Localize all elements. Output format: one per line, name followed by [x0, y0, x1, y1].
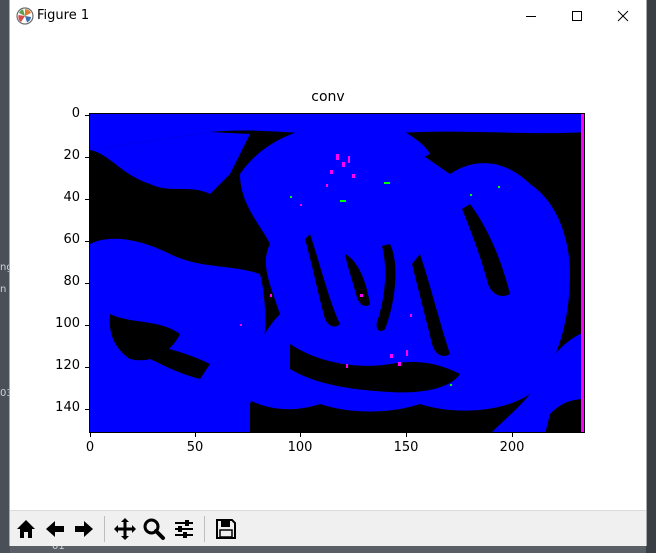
background-right [646, 0, 656, 553]
toolbar-separator-2 [204, 516, 205, 542]
back-button[interactable] [41, 515, 69, 543]
x-tick-label-200: 200 [499, 440, 525, 455]
pan-icon [114, 518, 136, 540]
y-tick-label-140: 140 [55, 400, 80, 415]
y-tick-mark-80 [85, 283, 89, 284]
y-tick-mark-120 [85, 367, 89, 368]
y-tick-label-80: 80 [63, 274, 80, 289]
y-tick-mark-100 [85, 325, 89, 326]
home-button[interactable] [12, 515, 40, 543]
x-tick-mark-50 [195, 433, 196, 437]
x-tick-mark-200 [512, 433, 513, 437]
y-tick-label-20: 20 [63, 148, 80, 163]
x-tick-mark-0 [90, 433, 91, 437]
configure-subplots-button[interactable] [170, 515, 198, 543]
x-tick-label-0: 0 [85, 440, 95, 455]
zoom-icon [143, 518, 165, 540]
matplotlib-icon [16, 7, 34, 25]
minimize-button[interactable] [508, 0, 554, 32]
y-tick-mark-20 [85, 157, 89, 158]
close-button[interactable] [600, 0, 646, 32]
minimize-icon [526, 16, 536, 17]
image-axes[interactable] [89, 113, 585, 433]
y-tick-label-100: 100 [55, 316, 80, 331]
y-tick-label-60: 60 [63, 232, 80, 247]
y-tick-label-40: 40 [63, 190, 80, 205]
x-tick-label-100: 100 [287, 440, 313, 455]
save-button[interactable] [212, 515, 240, 543]
x-tick-label-150: 150 [393, 440, 419, 455]
x-tick-mark-150 [406, 433, 407, 437]
forward-button[interactable] [70, 515, 98, 543]
title-bar[interactable]: Figure 1 [10, 0, 646, 32]
save-icon [216, 519, 236, 539]
plot-title: conv [311, 89, 345, 105]
navigation-toolbar [10, 510, 646, 546]
pan-button[interactable] [111, 515, 139, 543]
close-icon [617, 10, 629, 22]
conv-image [90, 114, 584, 432]
x-tick-label-50: 50 [186, 440, 204, 455]
toolbar-separator-1 [104, 516, 105, 542]
y-tick-mark-0 [85, 115, 89, 116]
window-title: Figure 1 [37, 8, 90, 23]
x-tick-mark-100 [300, 433, 301, 437]
back-icon [46, 521, 64, 537]
y-tick-label-0: 0 [71, 106, 80, 121]
y-tick-mark-140 [85, 409, 89, 410]
maximize-icon [572, 11, 582, 21]
maximize-button[interactable] [554, 0, 600, 32]
home-icon [17, 520, 35, 538]
y-tick-mark-60 [85, 241, 89, 242]
configure-icon [175, 520, 193, 538]
zoom-button[interactable] [140, 515, 168, 543]
forward-icon [75, 521, 93, 537]
y-tick-label-120: 120 [55, 358, 80, 373]
y-tick-mark-40 [85, 199, 89, 200]
background-left [0, 0, 10, 553]
bg-text-2: n [0, 284, 7, 295]
